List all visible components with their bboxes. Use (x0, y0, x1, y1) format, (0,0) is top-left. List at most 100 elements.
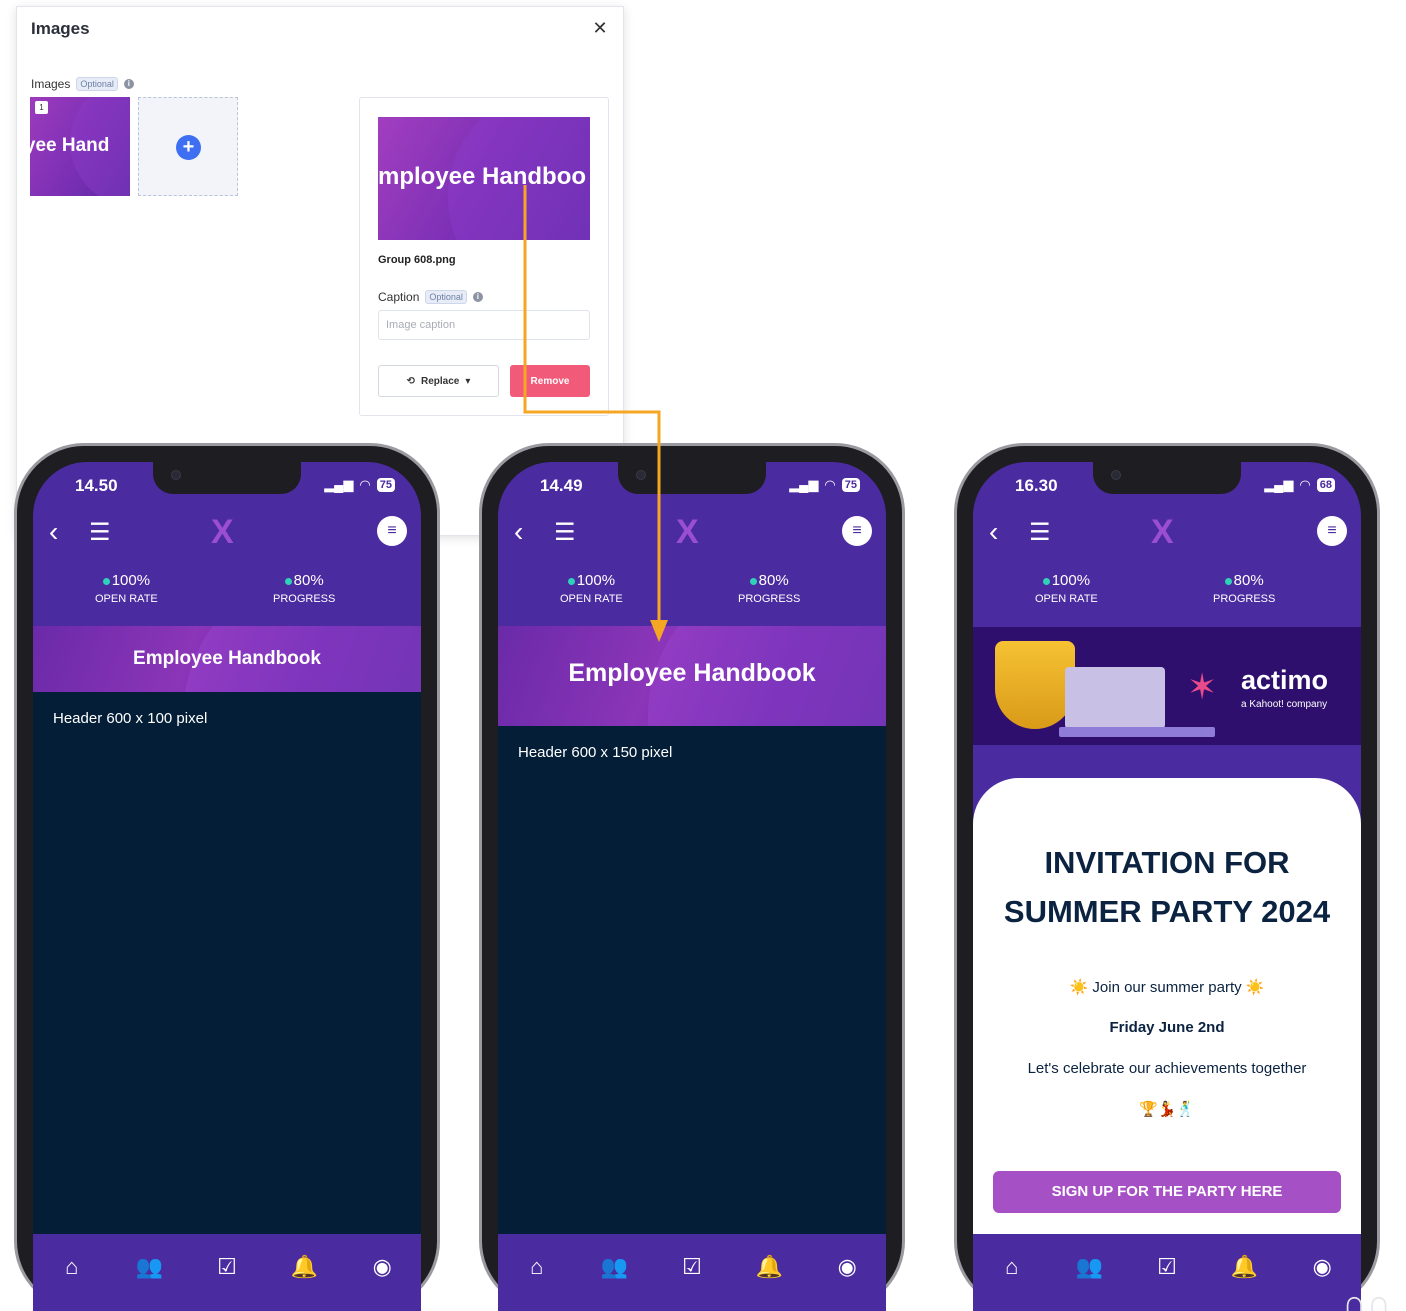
replace-icon: ⟲ (406, 375, 415, 387)
open-rate-label: OPEN RATE (95, 593, 158, 605)
caption-info-icon[interactable]: i (472, 292, 483, 302)
wifi-icon: ◠ (824, 477, 836, 492)
remove-button[interactable]: Remove (510, 365, 590, 397)
brand-name: actimo (1241, 665, 1329, 695)
signup-button[interactable]: SIGN UP FOR THE PARTY HERE (993, 1171, 1341, 1213)
back-icon[interactable]: ‹ (49, 518, 58, 546)
people-icon[interactable]: 👥 (129, 1252, 169, 1282)
file-name: Group 608.png (378, 254, 456, 266)
menu-icon[interactable]: ☰ (89, 521, 111, 545)
home-icon[interactable]: ⌂ (517, 1252, 557, 1282)
progress-label: PROGRESS (1213, 593, 1276, 605)
content-area: Header 600 x 150 pixel (498, 726, 886, 1234)
invitation-emojis: 🏆💃🕺 (1138, 1101, 1196, 1118)
notch (153, 462, 301, 494)
bell-icon[interactable]: 🔔 (1225, 1252, 1265, 1282)
promo-banner: ✶ actimo a Kahoot! company (973, 627, 1361, 745)
profile-icon[interactable]: ◉ (827, 1252, 867, 1282)
teal-dot-icon (1042, 577, 1050, 585)
caption-optional-badge: Optional (425, 290, 467, 304)
phone-2-screen: 14.49 ▂▄▆ ◠ 75 ‹ ☰ X ≡ 100% OPEN RATE 80… (498, 462, 886, 1311)
signal-icon: ▂▄▆ (1264, 477, 1294, 492)
content-text: Header 600 x 100 pixel (53, 710, 208, 727)
battery-icon: 75 (376, 478, 395, 492)
close-icon[interactable]: ✕ (591, 19, 609, 37)
plus-icon[interactable]: + (176, 135, 201, 160)
open-rate-label: OPEN RATE (560, 593, 623, 605)
status-time: 14.49 (540, 476, 583, 495)
tasks-icon[interactable]: ☑ (207, 1252, 247, 1282)
phone-1-screen: 14.50 ▂▄▆ ◠ 75 ‹ ☰ X ≡ 100% OPEN RATE 80… (33, 462, 421, 1311)
info-icon[interactable]: i (123, 79, 134, 89)
image-preview: mployee Handboo (378, 117, 590, 240)
status-icons: ▂▄▆ ◠ 68 (1264, 477, 1335, 493)
open-rate-label: OPEN RATE (1035, 593, 1098, 605)
banner-title: Employee Handbook (133, 648, 321, 669)
brand-subtitle: a Kahoot! company (1241, 699, 1328, 710)
people-icon[interactable]: 👥 (1069, 1252, 1109, 1282)
image-thumbnail[interactable]: 1 loyee Hand (30, 97, 130, 196)
replace-label: Replace (421, 375, 460, 387)
invitation-title-line-2: SUMMER PARTY 2024 (1003, 894, 1331, 929)
menu-icon[interactable]: ☰ (554, 521, 576, 545)
home-icon[interactable]: ⌂ (992, 1252, 1032, 1282)
invitation-intro: ☀️ Join our summer party ☀️ (1069, 979, 1265, 996)
status-time: 14.50 (75, 476, 118, 495)
tab-bar: ⌂ 👥 ☑ 🔔 ◉ (33, 1234, 421, 1311)
content-area: Header 600 x 100 pixel (33, 692, 421, 1234)
status-icons: ▂▄▆ ◠ 75 (324, 477, 395, 493)
teal-dot-icon (749, 577, 757, 585)
progress-stat: 80% PROGRESS (738, 572, 800, 605)
menu-icon[interactable]: ☰ (1029, 521, 1051, 545)
progress-value: 80% (1233, 572, 1264, 589)
open-rate-value: 100% (1051, 572, 1091, 589)
laptop-illustration (1065, 667, 1165, 729)
laptop-base (1059, 727, 1215, 737)
actimo-logo-icon: ✶ (1187, 666, 1218, 707)
invitation-message: Let's celebrate our achievements togethe… (1027, 1060, 1307, 1077)
chat-icon[interactable]: ≡ (842, 516, 872, 546)
battery-icon: 68 (1316, 478, 1335, 492)
replace-button[interactable]: ⟲ Replace ▾ (378, 365, 499, 397)
app-nav: ‹ ☰ X ≡ (498, 513, 886, 552)
progress-label: PROGRESS (738, 593, 801, 605)
tasks-icon[interactable]: ☑ (672, 1252, 712, 1282)
invitation-title-line-1: INVITATION FOR (1044, 845, 1290, 880)
dialog-title: Images (31, 19, 90, 38)
camera (171, 470, 181, 480)
progress-value: 80% (293, 572, 324, 589)
invitation-title: INVITATION FOR SUMMER PARTY 2024 (973, 838, 1361, 936)
progress-value: 80% (758, 572, 789, 589)
add-image-slot[interactable]: + (138, 97, 238, 196)
thumbnail-text: loyee Hand (30, 135, 110, 156)
back-icon[interactable]: ‹ (989, 518, 998, 546)
phone-1: 14.50 ▂▄▆ ◠ 75 ‹ ☰ X ≡ 100% OPEN RATE 80… (14, 443, 440, 1311)
phone-3: 16.30 ▂▄▆ ◠ 68 ‹ ☰ X ≡ 100% OPEN RATE 80… (954, 443, 1380, 1311)
open-rate-value: 100% (111, 572, 151, 589)
caption-label: Caption (378, 290, 420, 304)
corner-watermark: ∩∩ (1342, 1284, 1392, 1311)
profile-icon[interactable]: ◉ (362, 1252, 402, 1282)
wifi-icon: ◠ (359, 477, 371, 492)
signal-icon: ▂▄▆ (789, 477, 819, 492)
phone-2: 14.49 ▂▄▆ ◠ 75 ‹ ☰ X ≡ 100% OPEN RATE 80… (479, 443, 905, 1311)
chat-icon[interactable]: ≡ (1317, 516, 1347, 546)
tab-bar: ⌂ 👥 ☑ 🔔 ◉ (498, 1234, 886, 1311)
back-icon[interactable]: ‹ (514, 518, 523, 546)
invitation-card: INVITATION FOR SUMMER PARTY 2024 ☀️ Join… (973, 778, 1361, 1238)
caption-input[interactable] (378, 310, 590, 340)
caption-field-label: Caption Optional i (378, 290, 483, 304)
camera (636, 470, 646, 480)
bell-icon[interactable]: 🔔 (750, 1252, 790, 1282)
progress-stat: 80% PROGRESS (1213, 572, 1275, 605)
app-logo: X (676, 513, 699, 551)
bell-icon[interactable]: 🔔 (285, 1252, 325, 1282)
people-icon[interactable]: 👥 (594, 1252, 634, 1282)
home-icon[interactable]: ⌂ (52, 1252, 92, 1282)
profile-icon[interactable]: ◉ (1302, 1252, 1342, 1282)
chat-icon[interactable]: ≡ (377, 516, 407, 546)
tasks-icon[interactable]: ☑ (1147, 1252, 1187, 1282)
preview-text: mployee Handboo (378, 163, 587, 190)
teal-dot-icon (102, 577, 110, 585)
battery-icon: 75 (841, 478, 860, 492)
